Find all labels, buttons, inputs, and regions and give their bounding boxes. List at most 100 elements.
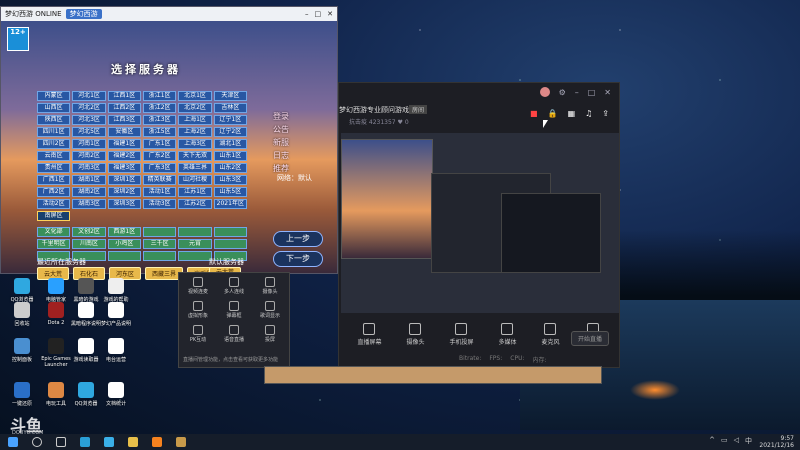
server-button[interactable]: 湖南2区 xyxy=(72,187,106,197)
server-button[interactable]: 湖南1区 xyxy=(72,175,106,185)
broadcast-tool[interactable]: 多媒体 xyxy=(498,323,517,346)
feature-item[interactable]: 歌词显示 xyxy=(255,301,285,319)
server-button[interactable]: 辽宁1区 xyxy=(213,115,247,125)
extra-server-button[interactable]: 西游1区 xyxy=(107,227,141,237)
server-button[interactable]: 北京1区 xyxy=(178,91,212,101)
server-button[interactable]: 四川2区 xyxy=(37,139,71,149)
server-button[interactable]: 2021年区 xyxy=(213,199,247,209)
share-icon[interactable]: ⇪ xyxy=(602,109,609,118)
server-button[interactable]: 浙江5区 xyxy=(142,127,177,137)
feature-item[interactable]: 虚拟形象 xyxy=(183,301,213,319)
server-button[interactable]: 安徽区 xyxy=(107,127,141,137)
feature-item[interactable]: 多人连线 xyxy=(219,277,249,295)
server-button[interactable]: 湖南3区 xyxy=(72,199,106,209)
broadcast-tool[interactable]: 手机投屏 xyxy=(449,323,474,346)
server-button[interactable]: 河北5区 xyxy=(72,127,106,137)
game-window[interactable]: 梦幻西游 ONLINE 梦幻西游 – □ ✕ 12+ 选择服务器 内蒙区 河北1区… xyxy=(0,6,338,280)
server-button[interactable]: 深圳3区 xyxy=(107,199,141,209)
desktop-icon[interactable]: 回收站 xyxy=(4,302,40,327)
server-button[interactable]: 河南3区 xyxy=(72,163,106,173)
extra-server-button[interactable] xyxy=(107,251,141,261)
douyu-icon[interactable] xyxy=(152,437,162,447)
server-button[interactable]: 浙江1区 xyxy=(142,91,177,101)
feature-item[interactable]: 视频连麦 xyxy=(183,277,213,295)
close-icon[interactable]: ✕ xyxy=(327,10,333,18)
lock-icon[interactable]: 🔒 xyxy=(548,109,558,118)
server-button[interactable]: 山东3区 xyxy=(213,175,247,185)
right-panel-item[interactable]: 日志 xyxy=(273,150,329,163)
broadcast-tool[interactable]: 摄像头 xyxy=(406,323,425,346)
server-button[interactable]: 河北2区 xyxy=(72,103,106,113)
server-button[interactable]: 广东1区 xyxy=(142,139,177,149)
game-titlebar[interactable]: 梦幻西游 ONLINE 梦幻西游 – □ ✕ xyxy=(1,7,337,21)
settings-icon[interactable]: ⚙ xyxy=(559,88,566,97)
desktop-icon[interactable]: QQ浏览器 xyxy=(4,278,40,303)
server-button[interactable]: 上海3区 xyxy=(178,139,212,149)
server-button[interactable]: 天下无双 xyxy=(178,151,212,161)
windows-start-icon[interactable] xyxy=(8,437,18,447)
server-button[interactable]: 辽宁2区 xyxy=(213,127,247,137)
server-button[interactable]: 江西1区 xyxy=(107,91,141,101)
close-icon[interactable]: ✕ xyxy=(604,88,611,97)
next-button[interactable]: 下一步 xyxy=(273,251,323,267)
server-button[interactable]: 吉林区 xyxy=(213,103,247,113)
douyu-live-window[interactable]: ⚙ – □ ✕ 梦幻西游专业顾问游戏玩家 房间 抗击疫 4231357 ♥ 0 … xyxy=(338,82,620,368)
server-button[interactable]: 活动3区 xyxy=(142,199,177,209)
extra-server-button[interactable]: 千里明区 xyxy=(37,239,71,249)
right-panel-item[interactable]: 新服 xyxy=(273,137,329,150)
extra-server-button[interactable] xyxy=(142,227,177,237)
extra-server-button[interactable] xyxy=(213,239,247,249)
server-button[interactable]: 广东2区 xyxy=(142,151,177,161)
maximize-icon[interactable]: □ xyxy=(588,88,596,97)
gift-icon[interactable]: ■ xyxy=(530,109,538,118)
server-button[interactable]: 山东2区 xyxy=(213,163,247,173)
right-panel-item[interactable]: 公告 xyxy=(273,124,329,137)
desktop-icon[interactable]: 电台运营 xyxy=(98,338,134,363)
avatar[interactable] xyxy=(539,87,550,97)
server-button[interactable]: 精英联赛 xyxy=(142,175,177,185)
edge-icon[interactable] xyxy=(80,437,90,447)
extra-server-button[interactable]: 川南区 xyxy=(72,239,106,249)
bell-icon[interactable]: ♫ xyxy=(585,109,592,118)
grid-icon[interactable]: ▦ xyxy=(568,109,576,118)
game-icon[interactable] xyxy=(176,437,186,447)
server-button[interactable]: 江西2区 xyxy=(107,103,141,113)
broadcast-tool[interactable]: 麦克风 xyxy=(541,323,560,346)
server-button[interactable]: 广西2区 xyxy=(37,187,71,197)
extra-server-button[interactable] xyxy=(213,227,247,237)
desktop-icon[interactable]: 梦幻产品说明 xyxy=(98,302,134,327)
server-button[interactable]: 河南2区 xyxy=(72,151,106,161)
server-button[interactable]: 河北1区 xyxy=(72,91,106,101)
prev-button[interactable]: 上一步 xyxy=(273,231,323,247)
right-panel-item[interactable]: 登录 xyxy=(273,111,329,124)
ime-icon[interactable]: 中 xyxy=(745,436,752,446)
server-button[interactable]: 活动2区 xyxy=(37,199,71,209)
feature-item[interactable]: 摄像头 xyxy=(255,277,285,295)
server-button[interactable]: 深圳2区 xyxy=(107,187,141,197)
server-button[interactable]: 山西区 xyxy=(37,103,71,113)
minimize-icon[interactable]: – xyxy=(575,88,579,97)
extra-server-button[interactable]: 三千区 xyxy=(142,239,177,249)
server-button[interactable]: 深圳1区 xyxy=(107,175,141,185)
server-button[interactable]: 云南区 xyxy=(37,151,71,161)
taskview-icon[interactable] xyxy=(56,437,66,447)
server-button[interactable]: 河北3区 xyxy=(72,115,106,125)
server-button[interactable]: 广西1区 xyxy=(37,175,71,185)
game-tab[interactable]: 梦幻西游 xyxy=(65,9,102,19)
server-button[interactable]: 福建3区 xyxy=(107,163,141,173)
feature-item[interactable]: PK互动 xyxy=(183,325,213,343)
server-button[interactable]: 浙江3区 xyxy=(142,115,177,125)
server-button[interactable]: 贵州区 xyxy=(37,163,71,173)
start-live-button[interactable]: 开始直播 xyxy=(570,331,609,346)
server-button[interactable]: 四川1区 xyxy=(37,127,71,137)
server-button[interactable]: 广东3区 xyxy=(142,163,177,173)
server-button[interactable]: 山东5区 xyxy=(213,187,247,197)
server-button[interactable]: 英雄三界 xyxy=(178,163,212,173)
search-icon[interactable] xyxy=(32,437,42,447)
server-button[interactable]: 天津区 xyxy=(213,91,247,101)
server-button[interactable]: 山河社稷 xyxy=(178,175,212,185)
server-button[interactable]: 福建2区 xyxy=(107,151,141,161)
feature-item[interactable]: 语音直播 xyxy=(219,325,249,343)
extra-server-button[interactable] xyxy=(142,251,177,261)
server-button[interactable]: 江苏2区 xyxy=(178,199,212,209)
